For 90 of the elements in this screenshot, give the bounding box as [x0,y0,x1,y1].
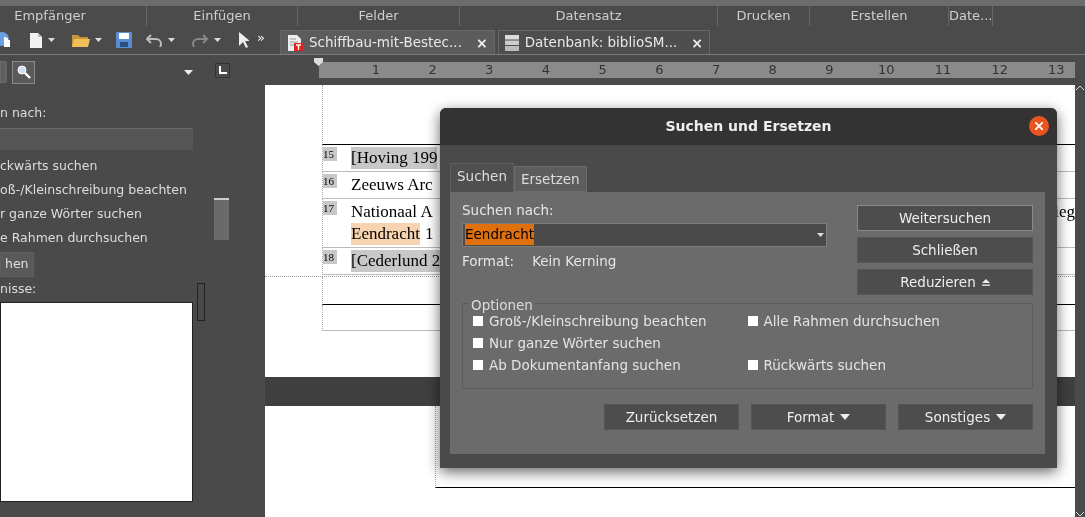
highlighted-text: Eendracht [351,223,420,245]
tab-title: Schiffbau-mit-Bestec... [308,33,462,53]
caret-icon[interactable] [95,38,102,42]
ruler-number: 6 [655,62,664,78]
footnote-number: 17 [323,201,337,215]
caret-icon[interactable] [214,38,221,42]
document-text: [Cederlund 2 [351,250,441,272]
save-icon[interactable] [116,32,132,48]
search-label: n nach: [0,104,48,122]
collapse-handle[interactable] [197,283,205,321]
undo-icon[interactable] [146,33,162,47]
option-label: Nur ganze Wörter suchen [489,334,661,354]
checkbox[interactable] [473,338,483,349]
ruler-number: 8 [768,62,777,78]
document-text: Nationaal A [351,201,433,223]
footnote-number: 15 [323,147,337,161]
redo-icon[interactable] [192,33,208,47]
tab-stop-icon [218,66,227,74]
tab-stop-button[interactable] [215,62,230,78]
option-label: e Rahmen durchsuchen [0,228,149,247]
search-field[interactable]: Eendracht [462,222,827,247]
close-button[interactable]: × [691,35,703,50]
option-label: Ab Dokumentanfang suchen [489,356,681,376]
checkbox[interactable] [747,316,758,327]
dialog-title: Suchen und Ersetzen [665,117,832,136]
document-tab[interactable]: Datenbank: biblioSM... × [497,30,710,54]
folder-icon[interactable] [72,33,90,47]
pointer-icon[interactable] [239,32,249,48]
document-tab[interactable]: Schiffbau-mit-Bestec... × [279,30,495,54]
results-list[interactable] [0,302,193,503]
dropdown-icon[interactable] [817,232,824,237]
dialog-button[interactable]: Zurücksetzen [604,404,739,431]
caret-icon [840,414,851,421]
dialog-button[interactable]: Sonstiges [898,404,1033,431]
ruler-number: 9 [825,62,834,78]
ruler-number: 10 [878,62,895,78]
footnote-number: 18 [323,250,337,264]
option-label: Rückwärts suchen [763,356,886,376]
footnote-number: 16 [323,174,337,188]
dialog-button[interactable]: Weitersuchen [857,205,1033,232]
option-label: Groß-/Kleinschreibung beachten [489,313,707,332]
ruler-number: 7 [711,62,721,78]
document-text: Zeeuws Arc [351,174,433,196]
checkbox[interactable] [747,360,758,371]
document-text: 1 [424,223,434,245]
scroll-down-icon[interactable] [1076,512,1084,517]
format-value: Kein Kerning [532,251,617,271]
results-label: nisse: [0,279,38,298]
new-document-icon[interactable] [30,32,42,48]
dialog-button[interactable]: Format [751,404,886,431]
ruler-number: 1 [371,62,380,78]
ruler-number: 2 [428,62,437,78]
ruler-number: 5 [598,62,607,78]
tab-title: Datenbank: biblioSM... [524,33,678,53]
database-icon [504,34,519,51]
text-document-icon [286,34,303,51]
search-field[interactable] [0,127,193,150]
checkbox[interactable] [473,316,483,327]
dialog-tab[interactable]: Ersetzen [513,166,587,193]
caret-icon[interactable] [168,38,175,42]
search-button[interactable]: hen [0,251,34,277]
ruler-number: 3 [485,62,494,78]
splitter-grip[interactable] [214,198,229,240]
ruler-number: 13 [1048,62,1065,78]
close-button[interactable] [1029,116,1049,136]
option-label: ckwärts suchen [0,156,99,175]
format-label: Format: [462,251,515,271]
dropdown-icon[interactable] [184,69,193,75]
field-label: Suchen nach: [462,201,555,221]
ruler-number: 12 [991,62,1008,78]
search-icon [16,65,31,79]
ruler-number: 11 [934,62,952,78]
dialog-tab[interactable]: Suchen [450,163,514,193]
checkbox[interactable] [473,360,483,371]
hand-icon[interactable] [0,31,12,49]
ruler-number: 4 [541,62,551,78]
caret-icon [996,414,1007,421]
option-label: oß-/Kleinschreibung beachten [0,180,188,199]
option-label: Alle Rahmen durchsuchen [763,312,940,332]
caret-icon[interactable] [48,38,55,42]
document-text: [Hoving 199 [351,147,438,169]
search-button[interactable] [12,60,35,84]
scroll-up-icon[interactable] [1076,85,1084,90]
collapse-icon [981,278,990,286]
dialog-button[interactable]: Schließen [857,237,1033,264]
close-icon [1035,122,1043,130]
overflow-button[interactable]: » [257,28,265,48]
dialog-button[interactable]: Reduzieren [857,269,1033,296]
option-label: r ganze Wörter suchen [0,204,143,223]
close-button[interactable]: × [475,35,488,50]
